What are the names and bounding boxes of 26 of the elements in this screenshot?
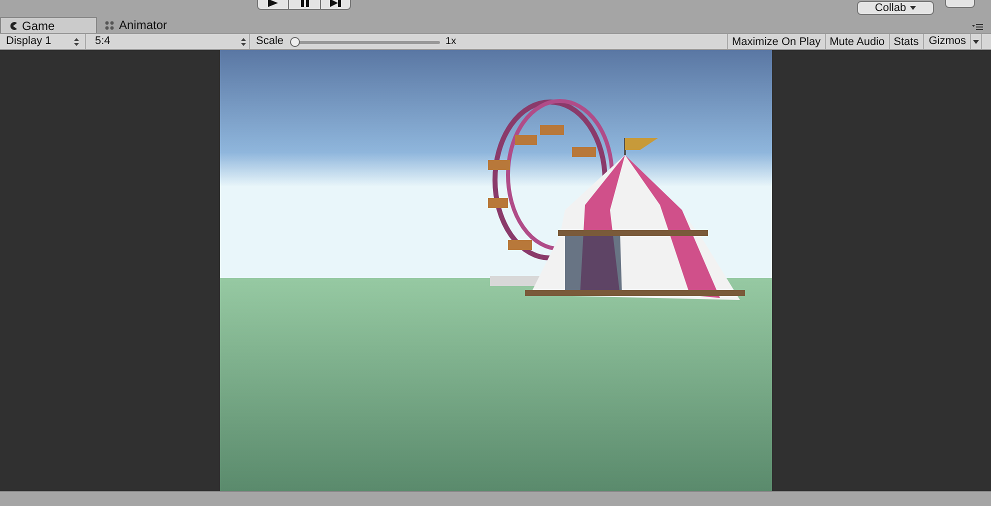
pause-button[interactable] [289, 0, 320, 10]
caret-icon [973, 40, 979, 44]
menu-icon[interactable] [972, 24, 983, 30]
display-dropdown[interactable]: Display 1 [0, 34, 86, 49]
scale-label: Scale [256, 34, 284, 50]
scale-reading: 1x [446, 35, 456, 49]
slider-thumb[interactable] [290, 36, 300, 46]
step-button[interactable] [320, 0, 351, 10]
tab[interactable]: Animator [97, 17, 187, 33]
nodes-icon [105, 20, 114, 30]
pacman-icon [9, 22, 17, 30]
up-down-arrows-icon [241, 38, 246, 46]
gizmos-dropdown[interactable]: Gizmos [922, 34, 982, 49]
collab-button[interactable]: Collab [857, 1, 934, 15]
tab[interactable]: Game [0, 17, 97, 33]
up-down-arrows-icon [74, 38, 79, 46]
play-button[interactable] [257, 0, 289, 10]
step-icon [330, 0, 341, 7]
aspect-dropdown[interactable]: 5:4 [89, 34, 250, 49]
play-icon [268, 0, 278, 7]
pause-icon [300, 0, 308, 7]
toggle-button[interactable]: Maximize On Play [726, 34, 825, 49]
caret-icon [910, 6, 916, 10]
toggle-button[interactable]: Mute Audio [824, 34, 889, 49]
toggle-button[interactable]: Stats [888, 34, 923, 49]
scale-slider[interactable] [290, 36, 440, 46]
